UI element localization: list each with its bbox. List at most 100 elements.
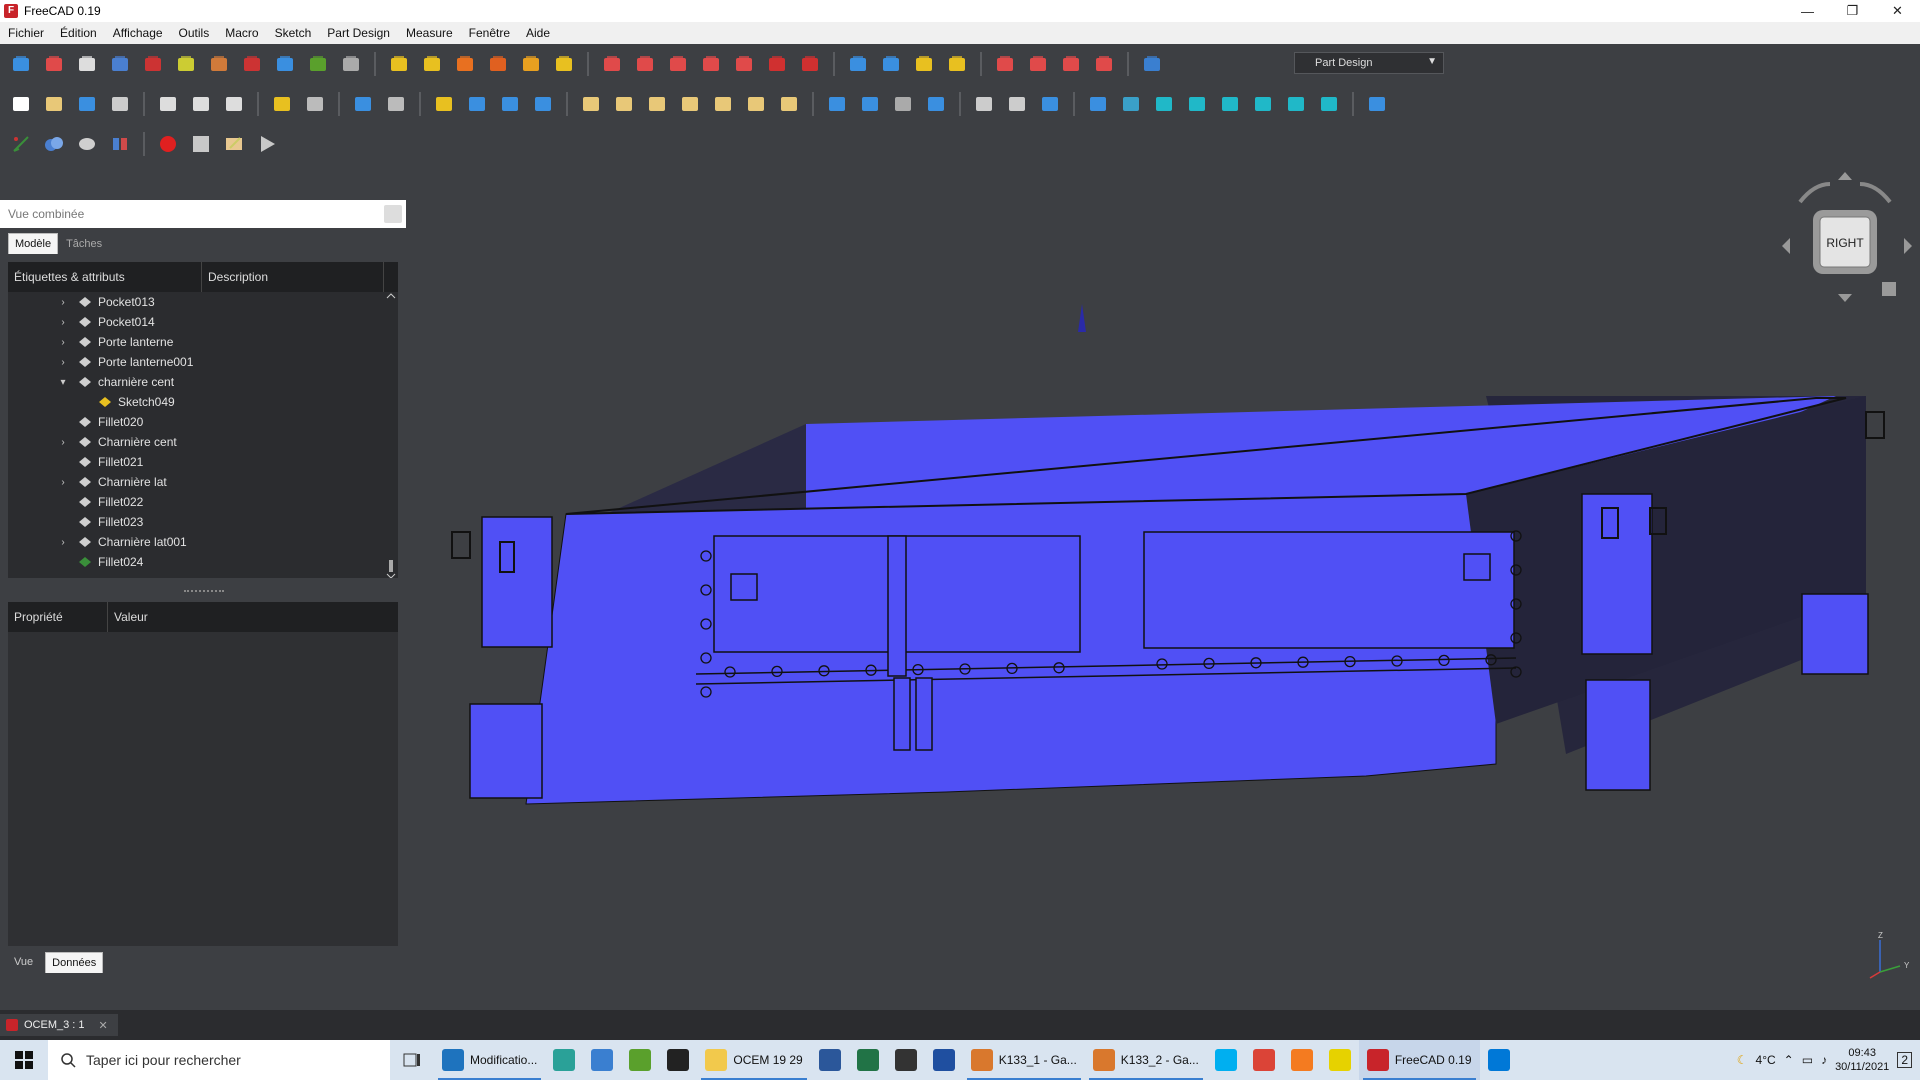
tab-vue[interactable]: Vue (8, 952, 39, 973)
standard-tool-39-icon[interactable] (1151, 91, 1177, 117)
taskbar-app[interactable]: OCEM 19 29 (697, 1040, 810, 1080)
part-design-tool-35-icon[interactable] (1091, 51, 1117, 77)
taskbar-app[interactable] (1283, 1040, 1321, 1080)
standard-tool-1-icon[interactable] (41, 91, 67, 117)
tree-scrollbar[interactable] (386, 292, 396, 579)
part-design-tool-14-icon[interactable] (452, 51, 478, 77)
standard-tool-40-icon[interactable] (1184, 91, 1210, 117)
sketch-tool-icon[interactable] (8, 131, 34, 157)
taskbar-search[interactable]: Taper ici pour rechercher (48, 1040, 390, 1080)
part-design-tool-17-icon[interactable] (551, 51, 577, 77)
menu-fenetre[interactable]: Fenêtre (461, 22, 518, 44)
standard-tool-38-icon[interactable] (1118, 91, 1144, 117)
standard-tool-5-icon[interactable] (155, 91, 181, 117)
standard-tool-23-icon[interactable] (677, 91, 703, 117)
part-design-tool-5-icon[interactable] (173, 51, 199, 77)
macro-stop-icon[interactable] (188, 131, 214, 157)
part-design-tool-32-icon[interactable] (992, 51, 1018, 77)
standard-tool-34-icon[interactable] (1004, 91, 1030, 117)
part-design-tool-2-icon[interactable] (74, 51, 100, 77)
standard-tool-42-icon[interactable] (1250, 91, 1276, 117)
standard-tool-44-icon[interactable] (1316, 91, 1342, 117)
tree-item[interactable]: › Charnière lat001 (8, 532, 398, 552)
tree-item[interactable]: Sketch049 (8, 392, 398, 412)
menu-part-design[interactable]: Part Design (319, 22, 398, 44)
close-icon[interactable]: ✕ (99, 1019, 108, 1032)
standard-tool-43-icon[interactable] (1283, 91, 1309, 117)
part-design-tool-20-icon[interactable] (632, 51, 658, 77)
standard-tool-29-icon[interactable] (857, 91, 883, 117)
taskbar-app[interactable] (621, 1040, 659, 1080)
standard-tool-24-icon[interactable] (710, 91, 736, 117)
standard-tool-15-icon[interactable] (431, 91, 457, 117)
volume-icon[interactable]: ♪ (1821, 1053, 1827, 1067)
tree-item[interactable]: › Pocket013 (8, 292, 398, 312)
part-design-tool-33-icon[interactable] (1025, 51, 1051, 77)
part-design-tool-1-icon[interactable] (41, 51, 67, 77)
tab-donnees[interactable]: Données (45, 952, 104, 973)
macro-execute-icon[interactable] (254, 131, 280, 157)
taskbar-app[interactable] (1245, 1040, 1283, 1080)
chevron-right-icon[interactable]: › (58, 537, 68, 548)
tray-chevron-up-icon[interactable]: ⌃ (1784, 1053, 1794, 1067)
close-panel-button[interactable] (384, 205, 402, 223)
menu-edition[interactable]: Édition (52, 22, 105, 44)
standard-tool-18-icon[interactable] (530, 91, 556, 117)
standard-tool-2-icon[interactable] (74, 91, 100, 117)
tree-item[interactable]: Fillet022 (8, 492, 398, 512)
standard-tool-41-icon[interactable] (1217, 91, 1243, 117)
part-design-tool-4-icon[interactable] (140, 51, 166, 77)
taskbar-app[interactable]: FreeCAD 0.19 (1358, 1040, 1480, 1080)
part-design-tool-12-icon[interactable] (386, 51, 412, 77)
tree-item[interactable]: › Charnière cent (8, 432, 398, 452)
menu-outils[interactable]: Outils (171, 22, 218, 44)
standard-tool-25-icon[interactable] (743, 91, 769, 117)
document-tab[interactable]: OCEM_3 : 1 ✕ (0, 1014, 118, 1036)
taskbar-app[interactable] (849, 1040, 887, 1080)
part-design-tool-19-icon[interactable] (599, 51, 625, 77)
clock[interactable]: 09:43 30/11/2021 (1835, 1046, 1889, 1074)
part-design-tool-22-icon[interactable] (698, 51, 724, 77)
taskbar-app[interactable] (1480, 1040, 1518, 1080)
chevron-right-icon[interactable]: › (58, 317, 68, 328)
standard-tool-9-icon[interactable] (269, 91, 295, 117)
macro-edit-icon[interactable] (221, 131, 247, 157)
standard-tool-28-icon[interactable] (824, 91, 850, 117)
standard-tool-3-icon[interactable] (107, 91, 133, 117)
part-design-tool-24-icon[interactable] (764, 51, 790, 77)
part-design-tool-28-icon[interactable] (878, 51, 904, 77)
taskbar-app[interactable] (1207, 1040, 1245, 1080)
tree-item[interactable]: Fillet023 (8, 512, 398, 532)
taskbar-app[interactable] (659, 1040, 697, 1080)
menu-affichage[interactable]: Affichage (105, 22, 171, 44)
workbench-selector[interactable]: Part Design ▼ (1294, 52, 1444, 74)
prop-col-value[interactable]: Valeur (108, 602, 388, 632)
standard-tool-17-icon[interactable] (497, 91, 523, 117)
tree-item[interactable]: › Charnière lat (8, 472, 398, 492)
part-design-tool-7-icon[interactable] (239, 51, 265, 77)
tree-col-labels[interactable]: Étiquettes & attributs (8, 262, 202, 292)
standard-tool-13-icon[interactable] (383, 91, 409, 117)
part-design-tool-0-icon[interactable] (8, 51, 34, 77)
menu-fichier[interactable]: Fichier (0, 22, 52, 44)
tree-item[interactable]: › Porte lanterne (8, 332, 398, 352)
taskbar-app[interactable]: Modificatio... (434, 1040, 545, 1080)
taskbar-app[interactable] (1321, 1040, 1359, 1080)
tree-item[interactable]: ▾ charnière cent (8, 372, 398, 392)
maximize-button[interactable]: ❐ (1830, 0, 1875, 22)
tab-modele[interactable]: Modèle (8, 233, 59, 254)
shape-icon[interactable] (74, 131, 100, 157)
part-design-tool-30-icon[interactable] (944, 51, 970, 77)
macro-record-icon[interactable] (155, 131, 181, 157)
chevron-right-icon[interactable]: › (58, 437, 68, 448)
navigation-cube[interactable]: RIGHT (1770, 170, 1920, 310)
standard-tool-31-icon[interactable] (923, 91, 949, 117)
standard-tool-6-icon[interactable] (188, 91, 214, 117)
task-view-button[interactable] (390, 1040, 434, 1080)
part-design-tool-13-icon[interactable] (419, 51, 445, 77)
chevron-right-icon[interactable]: › (58, 477, 68, 488)
taskbar-app[interactable] (583, 1040, 621, 1080)
part-design-tool-16-icon[interactable] (518, 51, 544, 77)
chevron-down-icon[interactable]: ▾ (58, 377, 68, 388)
tree-col-description[interactable]: Description (202, 262, 384, 292)
